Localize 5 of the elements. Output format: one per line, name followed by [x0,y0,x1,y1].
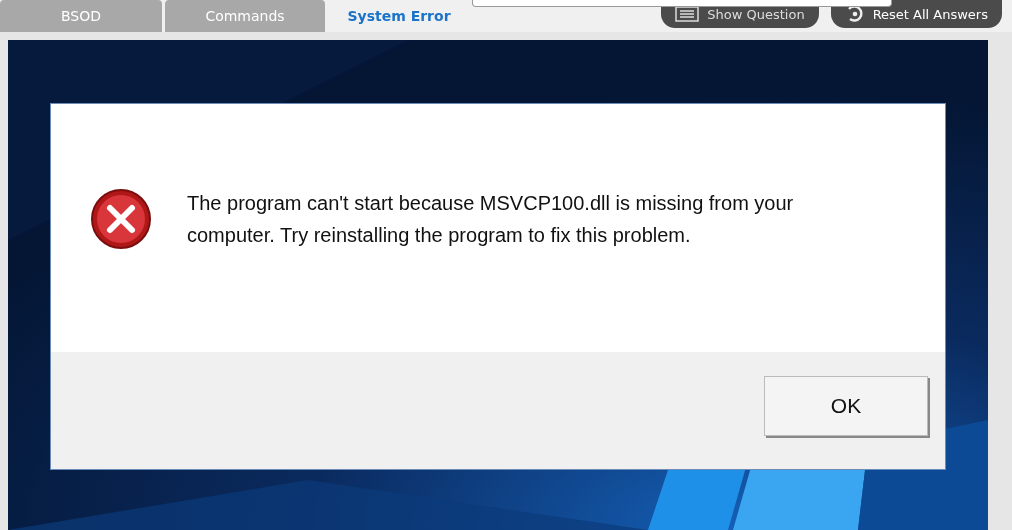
list-icon [675,6,700,22]
error-icon [89,187,153,251]
error-message: The program can't start because MSVCP100.dll is missing from your computer. Try reinstalling the program to fix this problem. [187,191,795,248]
reset-button[interactable]: Reset All Answers [830,0,1002,28]
ok-button[interactable]: OK [764,376,928,436]
